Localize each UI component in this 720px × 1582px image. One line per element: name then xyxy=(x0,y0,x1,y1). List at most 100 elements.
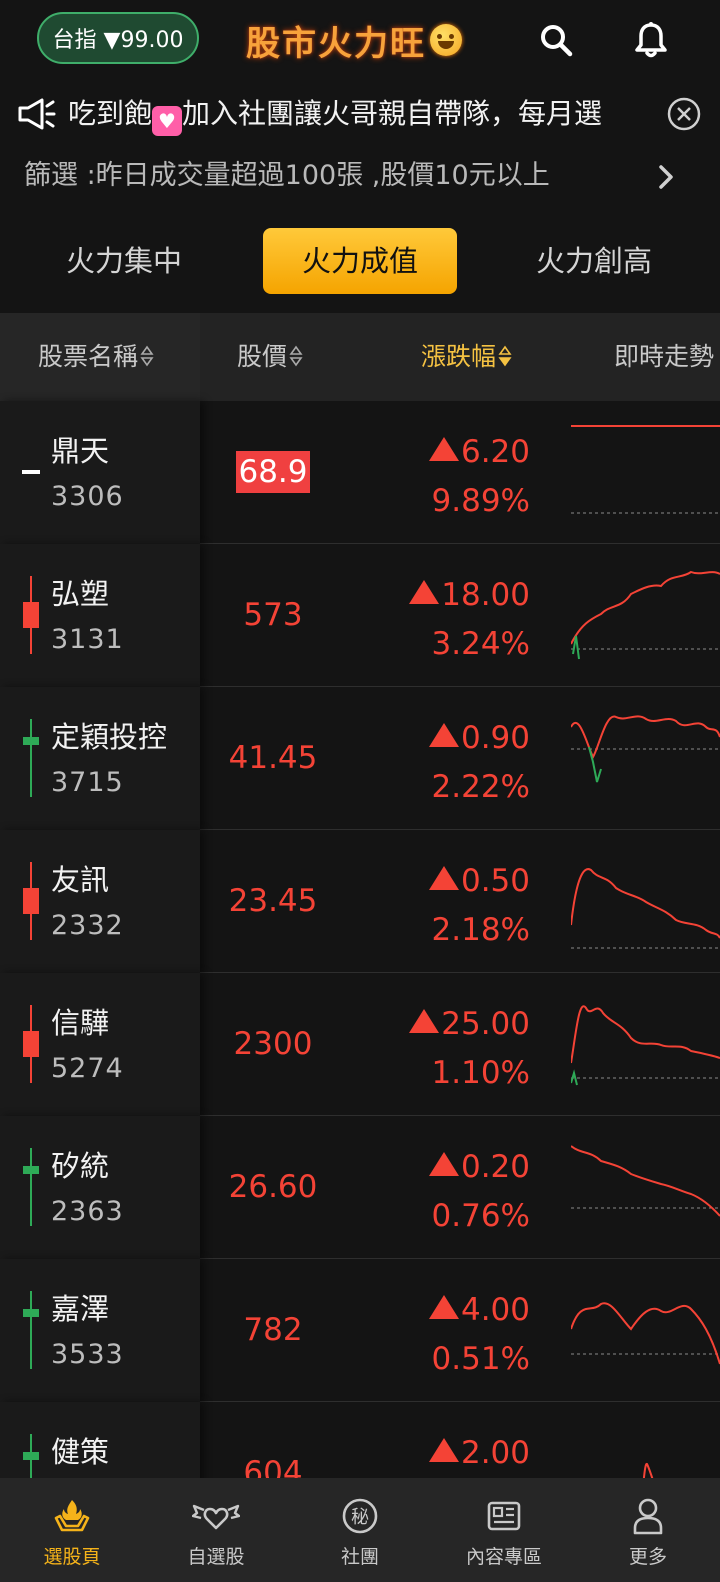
intraday-sparkline xyxy=(571,570,720,660)
column-trend-label: 即時走勢 xyxy=(614,342,715,371)
table-row[interactable]: 定穎投控 3715 41.45 0.90 2.22% xyxy=(0,687,720,830)
up-triangle-icon xyxy=(428,1295,459,1319)
stock-name-cell: 信驊 5274 xyxy=(0,973,200,1116)
brand-text: 股市火力旺 xyxy=(246,23,426,64)
stock-name-cell: 定穎投控 3715 xyxy=(0,687,200,830)
intraday-sparkline xyxy=(571,1302,720,1365)
up-triangle-icon xyxy=(428,723,459,747)
change-value: 25.00 xyxy=(441,1006,530,1042)
nav-club[interactable]: 秘 社團 xyxy=(288,1478,432,1582)
announcement-text-part2: 加入社團讓火哥親自帶隊，每月選 xyxy=(182,97,603,130)
stock-name: 健策 xyxy=(51,1435,110,1469)
nav-label: 社團 xyxy=(340,1546,379,1568)
candle-icon xyxy=(23,576,39,654)
tab-fire-value[interactable]: 火力成值 xyxy=(263,228,457,294)
stock-code: 3715 xyxy=(51,767,124,798)
search-icon xyxy=(541,25,573,57)
stock-price: 573 xyxy=(243,597,303,633)
bell-icon xyxy=(635,22,667,58)
stock-change-percent: 3.24% xyxy=(431,626,530,662)
stock-name-cell: 矽統 2363 xyxy=(0,1116,200,1259)
stock-change-percent: 2.22% xyxy=(431,769,530,805)
category-tabs: 火力集中 火力成值 火力創高 xyxy=(0,226,720,296)
stock-change-percent: 0.51% xyxy=(431,1341,530,1377)
tab-fire-high[interactable]: 火力創高 xyxy=(497,228,691,294)
stock-name-cell: 嘉澤 3533 xyxy=(0,1259,200,1402)
table-row[interactable]: 嘉澤 3533 782 4.00 0.51% xyxy=(0,1259,720,1402)
nav-label: 內容專區 xyxy=(465,1546,542,1568)
stock-change: 0.90 xyxy=(428,717,530,759)
stock-code: 2363 xyxy=(51,1196,124,1227)
announcement-bar[interactable]: 吃到飽 ♥ 加入社團讓火哥親自帶隊，每月選 xyxy=(0,86,720,142)
up-triangle-icon xyxy=(428,1438,459,1462)
svg-text:秘: 秘 xyxy=(351,1507,369,1528)
candle-icon xyxy=(23,719,39,797)
bottom-nav: 選股頁 自選股 秘 社團 內容專區 更多 xyxy=(0,1478,720,1582)
megaphone-icon xyxy=(18,98,56,130)
index-pill[interactable]: 台指 ▼99.00 xyxy=(37,12,199,64)
chevron-right-icon xyxy=(659,165,673,189)
search-button[interactable] xyxy=(530,14,582,66)
stock-name: 鼎天 xyxy=(51,434,110,468)
up-triangle-icon xyxy=(409,580,440,604)
stock-code: 2332 xyxy=(51,910,124,941)
table-row[interactable]: 鼎天 3306 68.9 6.20 9.89% xyxy=(0,401,720,544)
up-triangle-icon xyxy=(428,866,459,890)
stock-change-percent: 0.76% xyxy=(431,1198,530,1234)
nav-label: 選股頁 xyxy=(43,1546,101,1568)
notification-button[interactable] xyxy=(625,14,677,66)
column-name-label: 股票名稱 xyxy=(38,342,139,371)
table-row[interactable]: 弘塑 3131 573 18.00 3.24% xyxy=(0,544,720,687)
table-row[interactable]: 矽統 2363 26.60 0.20 0.76% xyxy=(0,1116,720,1259)
stock-change: 4.00 xyxy=(428,1289,530,1331)
tab-fire-concentration[interactable]: 火力集中 xyxy=(27,228,221,294)
nav-label: 更多 xyxy=(628,1546,667,1568)
stock-change: 6.20 xyxy=(428,431,530,473)
stock-change: 18.00 xyxy=(409,574,530,616)
stock-name: 弘塑 xyxy=(51,577,110,611)
sort-desc-icon xyxy=(498,345,512,367)
table-header: 股票名稱 股價 漲跌幅 即時走勢 xyxy=(0,313,720,401)
change-value: 0.90 xyxy=(460,720,530,756)
candle-icon xyxy=(22,470,40,474)
close-circle-icon[interactable] xyxy=(666,96,702,132)
nav-stock-picker[interactable]: 選股頁 xyxy=(0,1478,144,1582)
table-row[interactable]: 信驊 5274 2300 25.00 1.10% xyxy=(0,973,720,1116)
user-icon xyxy=(633,1498,663,1535)
candle-icon xyxy=(23,1291,39,1369)
sort-by-change[interactable]: 漲跌幅 xyxy=(421,339,512,375)
stock-change: 0.50 xyxy=(428,860,530,902)
sort-by-name[interactable]: 股票名稱 xyxy=(38,339,154,375)
winged-heart-icon xyxy=(192,1504,240,1530)
hands-fire-icon xyxy=(54,1500,90,1532)
stock-name-cell: 弘塑 3131 xyxy=(0,544,200,687)
up-triangle-icon xyxy=(428,437,459,461)
up-triangle-icon xyxy=(409,1009,440,1033)
sort-by-price[interactable]: 股價 xyxy=(237,339,303,375)
stock-change-percent: 9.89% xyxy=(431,483,530,519)
nav-content[interactable]: 內容專區 xyxy=(432,1478,576,1582)
index-label: 台指 ▼99.00 xyxy=(52,28,184,53)
stock-price: 2300 xyxy=(233,1026,313,1062)
stock-price: 68.9 xyxy=(236,451,310,493)
intraday-sparkline xyxy=(571,715,720,783)
nav-label: 自選股 xyxy=(187,1546,245,1568)
stock-name-cell: 鼎天 3306 xyxy=(0,401,200,544)
sort-icon xyxy=(289,345,303,367)
filter-text: 篩選 :昨日成交量超過100張 ,股價10元以上 xyxy=(24,160,550,191)
column-trend-header: 即時走勢 xyxy=(614,339,714,375)
up-triangle-icon xyxy=(428,1152,459,1176)
nav-more[interactable]: 更多 xyxy=(576,1478,720,1582)
stock-price: 782 xyxy=(243,1312,303,1348)
candle-icon xyxy=(23,1005,39,1083)
top-bar: 台指 ▼99.00 股市火力旺 xyxy=(0,0,720,80)
filter-row[interactable]: 篩選 :昨日成交量超過100張 ,股價10元以上 xyxy=(0,148,720,206)
change-value: 2.00 xyxy=(460,1435,530,1471)
brand-logo: 股市火力旺 xyxy=(246,14,462,66)
stock-price: 23.45 xyxy=(228,883,318,919)
change-value: 4.00 xyxy=(460,1292,530,1328)
intraday-sparkline xyxy=(571,1145,720,1217)
table-row[interactable]: 友訊 2332 23.45 0.50 2.18% xyxy=(0,830,720,973)
nav-watchlist[interactable]: 自選股 xyxy=(144,1478,288,1582)
stock-name-cell: 友訊 2332 xyxy=(0,830,200,973)
